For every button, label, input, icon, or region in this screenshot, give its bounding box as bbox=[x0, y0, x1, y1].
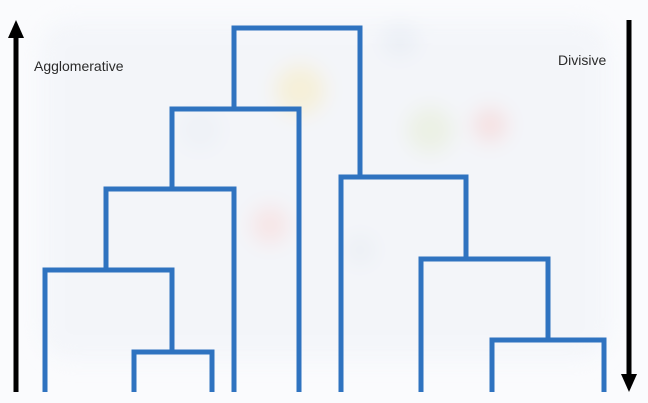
dendrogram-slide: Agglomerative Divisive bbox=[0, 0, 648, 403]
down-arrow-icon bbox=[621, 20, 637, 392]
agglomerative-label: Agglomerative bbox=[34, 58, 124, 74]
up-arrow-icon bbox=[8, 20, 24, 392]
divisive-label: Divisive bbox=[558, 52, 607, 68]
